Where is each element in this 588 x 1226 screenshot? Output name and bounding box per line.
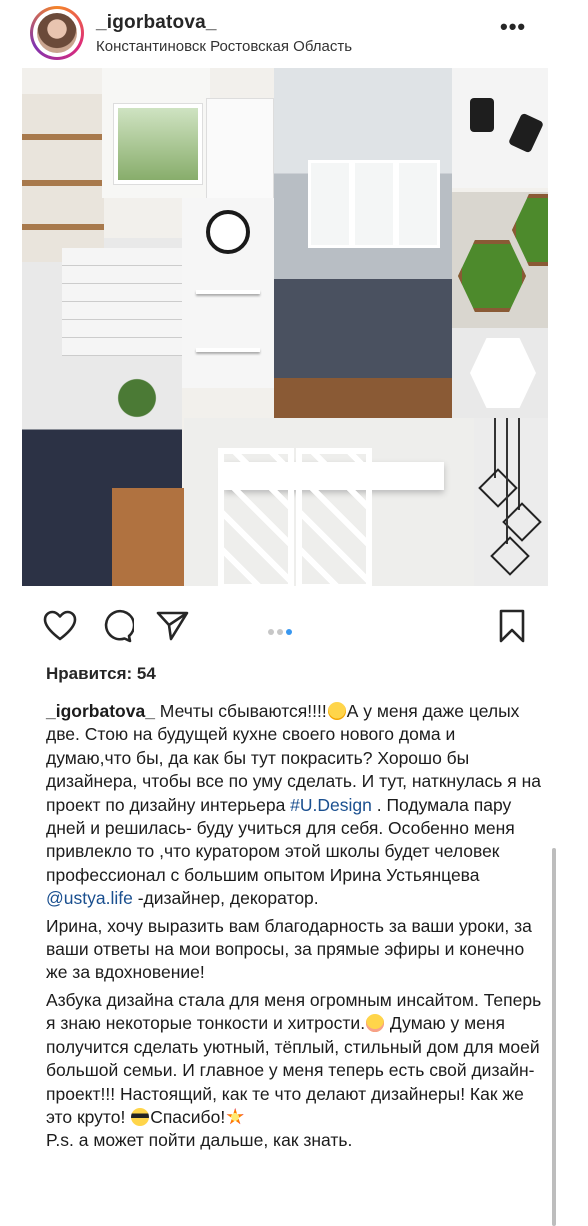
caption-paragraph: Ирина, хочу выразить вам благодарность з… xyxy=(46,915,532,983)
post-actions xyxy=(0,600,588,652)
scrollbar[interactable] xyxy=(552,848,556,1226)
collage-tile-subway-tiles xyxy=(62,248,184,356)
collage-tile-dining xyxy=(184,418,474,586)
collage-tile-clock-wall xyxy=(182,198,274,388)
collage-tile-cabinet xyxy=(206,98,274,200)
collage-tile-plant xyxy=(102,368,172,428)
sunglasses-emoji-icon xyxy=(131,1107,150,1126)
comment-icon[interactable] xyxy=(98,608,134,644)
collision-emoji-icon xyxy=(226,1107,244,1125)
post-location[interactable]: Константиновск Ростовская Область xyxy=(96,38,352,55)
collage-tile-shelves xyxy=(22,94,104,262)
caption-username[interactable]: _igorbatova_ xyxy=(46,701,155,721)
mention-link[interactable]: @ustya.life xyxy=(46,888,133,908)
caption-text: Мечты сбываются!!!! xyxy=(154,701,327,721)
collage-tile-hex-mirror xyxy=(452,328,548,418)
post-caption: _igorbatova_ Мечты сбываются!!!! А у меня… xyxy=(46,700,542,1153)
carousel-indicator xyxy=(268,622,295,640)
paper-plane-icon[interactable] xyxy=(154,608,190,644)
caption-text: -дизайнер, декоратор. xyxy=(132,888,319,909)
heart-icon[interactable] xyxy=(42,608,78,644)
avatar[interactable] xyxy=(30,6,84,60)
caption-paragraph: _igorbatova_ Мечты сбываются!!!! А у меня… xyxy=(46,700,542,911)
post-image[interactable] xyxy=(22,68,548,586)
hat-smile-emoji-icon xyxy=(327,702,346,720)
caption-text: Спасибо! xyxy=(150,1106,226,1127)
likes-count[interactable]: Нравится: 54 xyxy=(46,664,156,684)
bookmark-icon[interactable] xyxy=(494,608,530,644)
hashtag-link[interactable]: #U.Design xyxy=(290,795,372,815)
carousel-dot xyxy=(268,629,274,635)
caption-paragraph: P.s. а может пойти дальше, как знать. xyxy=(46,1130,353,1151)
collage-tile-moss-hexagons xyxy=(452,192,548,328)
collage-tile-pendants xyxy=(474,418,548,586)
collage-tile-window xyxy=(102,68,210,198)
collage-tile-spotlights xyxy=(452,68,548,188)
post-username[interactable]: _igorbatova_ xyxy=(96,12,217,34)
post-header: _igorbatova_ Константиновск Ростовская О… xyxy=(0,0,588,72)
clock-icon xyxy=(206,210,250,254)
carousel-dot-active xyxy=(286,629,292,635)
caption-paragraph: Азбука дизайна стала для меня огромным и… xyxy=(46,989,542,1129)
avatar-image xyxy=(33,9,81,57)
collage-tile-floor xyxy=(112,488,184,586)
carousel-dot xyxy=(277,629,283,635)
blush-emoji-icon xyxy=(366,1014,385,1033)
collage-tile-navy-kitchen xyxy=(274,68,452,420)
more-dots-icon[interactable]: ••• xyxy=(500,14,526,40)
